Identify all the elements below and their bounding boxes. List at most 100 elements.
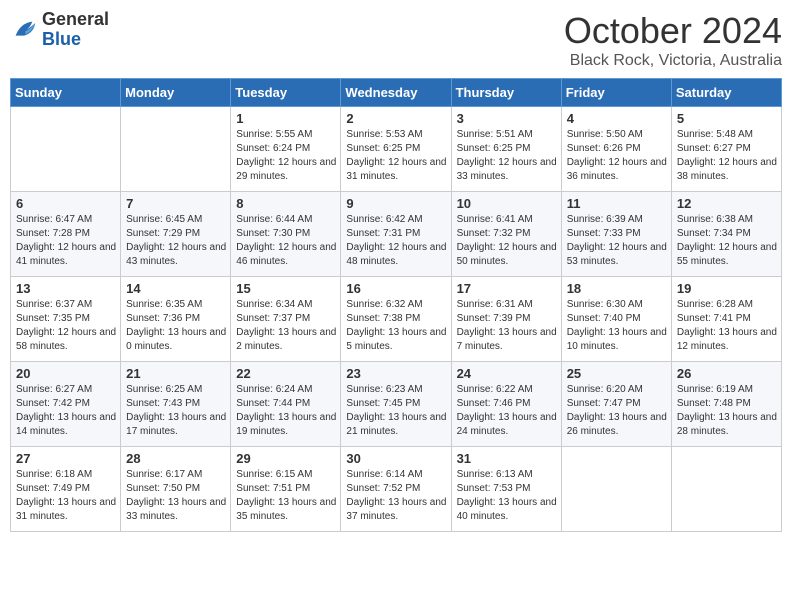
calendar-cell: 21 Sunrise: 6:25 AMSunset: 7:43 PMDayligh… <box>121 362 231 447</box>
calendar-cell <box>121 107 231 192</box>
header-day-saturday: Saturday <box>671 79 781 107</box>
calendar-cell: 29 Sunrise: 6:15 AMSunset: 7:51 PMDayligh… <box>231 447 341 532</box>
day-number: 18 <box>567 281 667 296</box>
calendar-cell: 17 Sunrise: 6:31 AMSunset: 7:39 PMDayligh… <box>451 277 561 362</box>
page-header: General Blue October 2024 Black Rock, Vi… <box>10 10 782 70</box>
calendar-body: 1 Sunrise: 5:55 AMSunset: 6:24 PMDaylight… <box>11 107 782 532</box>
day-number: 28 <box>126 451 226 466</box>
calendar-cell: 19 Sunrise: 6:28 AMSunset: 7:41 PMDayligh… <box>671 277 781 362</box>
day-detail: Sunrise: 6:47 AMSunset: 7:28 PMDaylight:… <box>16 213 116 269</box>
calendar-cell <box>671 447 781 532</box>
day-number: 24 <box>457 366 557 381</box>
day-number: 5 <box>677 111 777 126</box>
day-detail: Sunrise: 6:15 AMSunset: 7:51 PMDaylight:… <box>236 468 336 524</box>
day-number: 20 <box>16 366 116 381</box>
day-detail: Sunrise: 6:32 AMSunset: 7:38 PMDaylight:… <box>346 298 446 354</box>
day-detail: Sunrise: 5:53 AMSunset: 6:25 PMDaylight:… <box>346 128 446 184</box>
calendar-week-3: 13 Sunrise: 6:37 AMSunset: 7:35 PMDayligh… <box>11 277 782 362</box>
day-detail: Sunrise: 5:55 AMSunset: 6:24 PMDaylight:… <box>236 128 336 184</box>
calendar-cell: 22 Sunrise: 6:24 AMSunset: 7:44 PMDayligh… <box>231 362 341 447</box>
calendar-week-5: 27Sunrise: 6:18 AMSunset: 7:49 PMDayligh… <box>11 447 782 532</box>
day-detail: Sunrise: 6:41 AMSunset: 7:32 PMDaylight:… <box>457 213 557 269</box>
day-number: 6 <box>16 196 116 211</box>
day-detail: Sunrise: 6:24 AMSunset: 7:44 PMDaylight:… <box>236 383 336 439</box>
day-number: 22 <box>236 366 336 381</box>
day-number: 2 <box>346 111 446 126</box>
day-number: 8 <box>236 196 336 211</box>
day-detail: Sunrise: 6:23 AMSunset: 7:45 PMDaylight:… <box>346 383 446 439</box>
calendar-cell: 6 Sunrise: 6:47 AMSunset: 7:28 PMDaylight… <box>11 192 121 277</box>
calendar-cell: 27Sunrise: 6:18 AMSunset: 7:49 PMDayligh… <box>11 447 121 532</box>
calendar-cell: 26Sunrise: 6:19 AMSunset: 7:48 PMDayligh… <box>671 362 781 447</box>
calendar-cell <box>561 447 671 532</box>
header-day-tuesday: Tuesday <box>231 79 341 107</box>
logo: General Blue <box>10 10 109 50</box>
day-detail: Sunrise: 6:37 AMSunset: 7:35 PMDaylight:… <box>16 298 116 354</box>
calendar-cell: 25 Sunrise: 6:20 AMSunset: 7:47 PMDayligh… <box>561 362 671 447</box>
location: Black Rock, Victoria, Australia <box>564 52 782 70</box>
day-detail: Sunrise: 6:30 AMSunset: 7:40 PMDaylight:… <box>567 298 667 354</box>
day-detail: Sunrise: 6:38 AMSunset: 7:34 PMDaylight:… <box>677 213 777 269</box>
day-number: 3 <box>457 111 557 126</box>
day-number: 15 <box>236 281 336 296</box>
day-detail: Sunrise: 6:44 AMSunset: 7:30 PMDaylight:… <box>236 213 336 269</box>
day-detail: Sunrise: 6:42 AMSunset: 7:31 PMDaylight:… <box>346 213 446 269</box>
day-detail: Sunrise: 5:50 AMSunset: 6:26 PMDaylight:… <box>567 128 667 184</box>
day-number: 7 <box>126 196 226 211</box>
calendar-cell: 13 Sunrise: 6:37 AMSunset: 7:35 PMDayligh… <box>11 277 121 362</box>
day-detail: Sunrise: 6:34 AMSunset: 7:37 PMDaylight:… <box>236 298 336 354</box>
logo-text: General Blue <box>42 10 109 50</box>
day-detail: Sunrise: 6:27 AMSunset: 7:42 PMDaylight:… <box>16 383 116 439</box>
header-day-monday: Monday <box>121 79 231 107</box>
day-number: 30 <box>346 451 446 466</box>
calendar-cell: 28Sunrise: 6:17 AMSunset: 7:50 PMDayligh… <box>121 447 231 532</box>
calendar-cell: 1 Sunrise: 5:55 AMSunset: 6:24 PMDaylight… <box>231 107 341 192</box>
day-number: 11 <box>567 196 667 211</box>
day-number: 10 <box>457 196 557 211</box>
calendar-cell: 24Sunrise: 6:22 AMSunset: 7:46 PMDayligh… <box>451 362 561 447</box>
calendar-cell: 18 Sunrise: 6:30 AMSunset: 7:40 PMDayligh… <box>561 277 671 362</box>
day-detail: Sunrise: 6:25 AMSunset: 7:43 PMDaylight:… <box>126 383 226 439</box>
day-number: 29 <box>236 451 336 466</box>
day-detail: Sunrise: 6:39 AMSunset: 7:33 PMDaylight:… <box>567 213 667 269</box>
day-detail: Sunrise: 6:19 AMSunset: 7:48 PMDaylight:… <box>677 383 777 439</box>
calendar-cell <box>11 107 121 192</box>
day-number: 16 <box>346 281 446 296</box>
day-number: 1 <box>236 111 336 126</box>
header-day-thursday: Thursday <box>451 79 561 107</box>
day-detail: Sunrise: 5:48 AMSunset: 6:27 PMDaylight:… <box>677 128 777 184</box>
day-number: 17 <box>457 281 557 296</box>
header-day-friday: Friday <box>561 79 671 107</box>
calendar-table: SundayMondayTuesdayWednesdayThursdayFrid… <box>10 78 782 532</box>
calendar-cell: 11 Sunrise: 6:39 AMSunset: 7:33 PMDayligh… <box>561 192 671 277</box>
month-title: October 2024 <box>564 10 782 52</box>
calendar-cell: 16 Sunrise: 6:32 AMSunset: 7:38 PMDayligh… <box>341 277 451 362</box>
calendar-cell: 9 Sunrise: 6:42 AMSunset: 7:31 PMDaylight… <box>341 192 451 277</box>
day-number: 25 <box>567 366 667 381</box>
day-detail: Sunrise: 6:28 AMSunset: 7:41 PMDaylight:… <box>677 298 777 354</box>
day-detail: Sunrise: 6:18 AMSunset: 7:49 PMDaylight:… <box>16 468 116 524</box>
title-block: October 2024 Black Rock, Victoria, Austr… <box>564 10 782 70</box>
calendar-cell: 14Sunrise: 6:35 AMSunset: 7:36 PMDayligh… <box>121 277 231 362</box>
calendar-cell: 30Sunrise: 6:14 AMSunset: 7:52 PMDayligh… <box>341 447 451 532</box>
calendar-cell: 10 Sunrise: 6:41 AMSunset: 7:32 PMDayligh… <box>451 192 561 277</box>
calendar-header-row: SundayMondayTuesdayWednesdayThursdayFrid… <box>11 79 782 107</box>
day-number: 9 <box>346 196 446 211</box>
calendar-cell: 4 Sunrise: 5:50 AMSunset: 6:26 PMDaylight… <box>561 107 671 192</box>
day-detail: Sunrise: 6:20 AMSunset: 7:47 PMDaylight:… <box>567 383 667 439</box>
day-number: 23 <box>346 366 446 381</box>
calendar-cell: 20 Sunrise: 6:27 AMSunset: 7:42 PMDayligh… <box>11 362 121 447</box>
calendar-cell: 23 Sunrise: 6:23 AMSunset: 7:45 PMDayligh… <box>341 362 451 447</box>
calendar-cell: 7Sunrise: 6:45 AMSunset: 7:29 PMDaylight… <box>121 192 231 277</box>
day-number: 21 <box>126 366 226 381</box>
day-detail: Sunrise: 6:31 AMSunset: 7:39 PMDaylight:… <box>457 298 557 354</box>
day-detail: Sunrise: 5:51 AMSunset: 6:25 PMDaylight:… <box>457 128 557 184</box>
day-number: 13 <box>16 281 116 296</box>
calendar-cell: 2 Sunrise: 5:53 AMSunset: 6:25 PMDaylight… <box>341 107 451 192</box>
calendar-cell: 12Sunrise: 6:38 AMSunset: 7:34 PMDayligh… <box>671 192 781 277</box>
day-number: 19 <box>677 281 777 296</box>
day-number: 4 <box>567 111 667 126</box>
calendar-cell: 15 Sunrise: 6:34 AMSunset: 7:37 PMDayligh… <box>231 277 341 362</box>
calendar-week-4: 20 Sunrise: 6:27 AMSunset: 7:42 PMDayligh… <box>11 362 782 447</box>
calendar-week-2: 6 Sunrise: 6:47 AMSunset: 7:28 PMDaylight… <box>11 192 782 277</box>
